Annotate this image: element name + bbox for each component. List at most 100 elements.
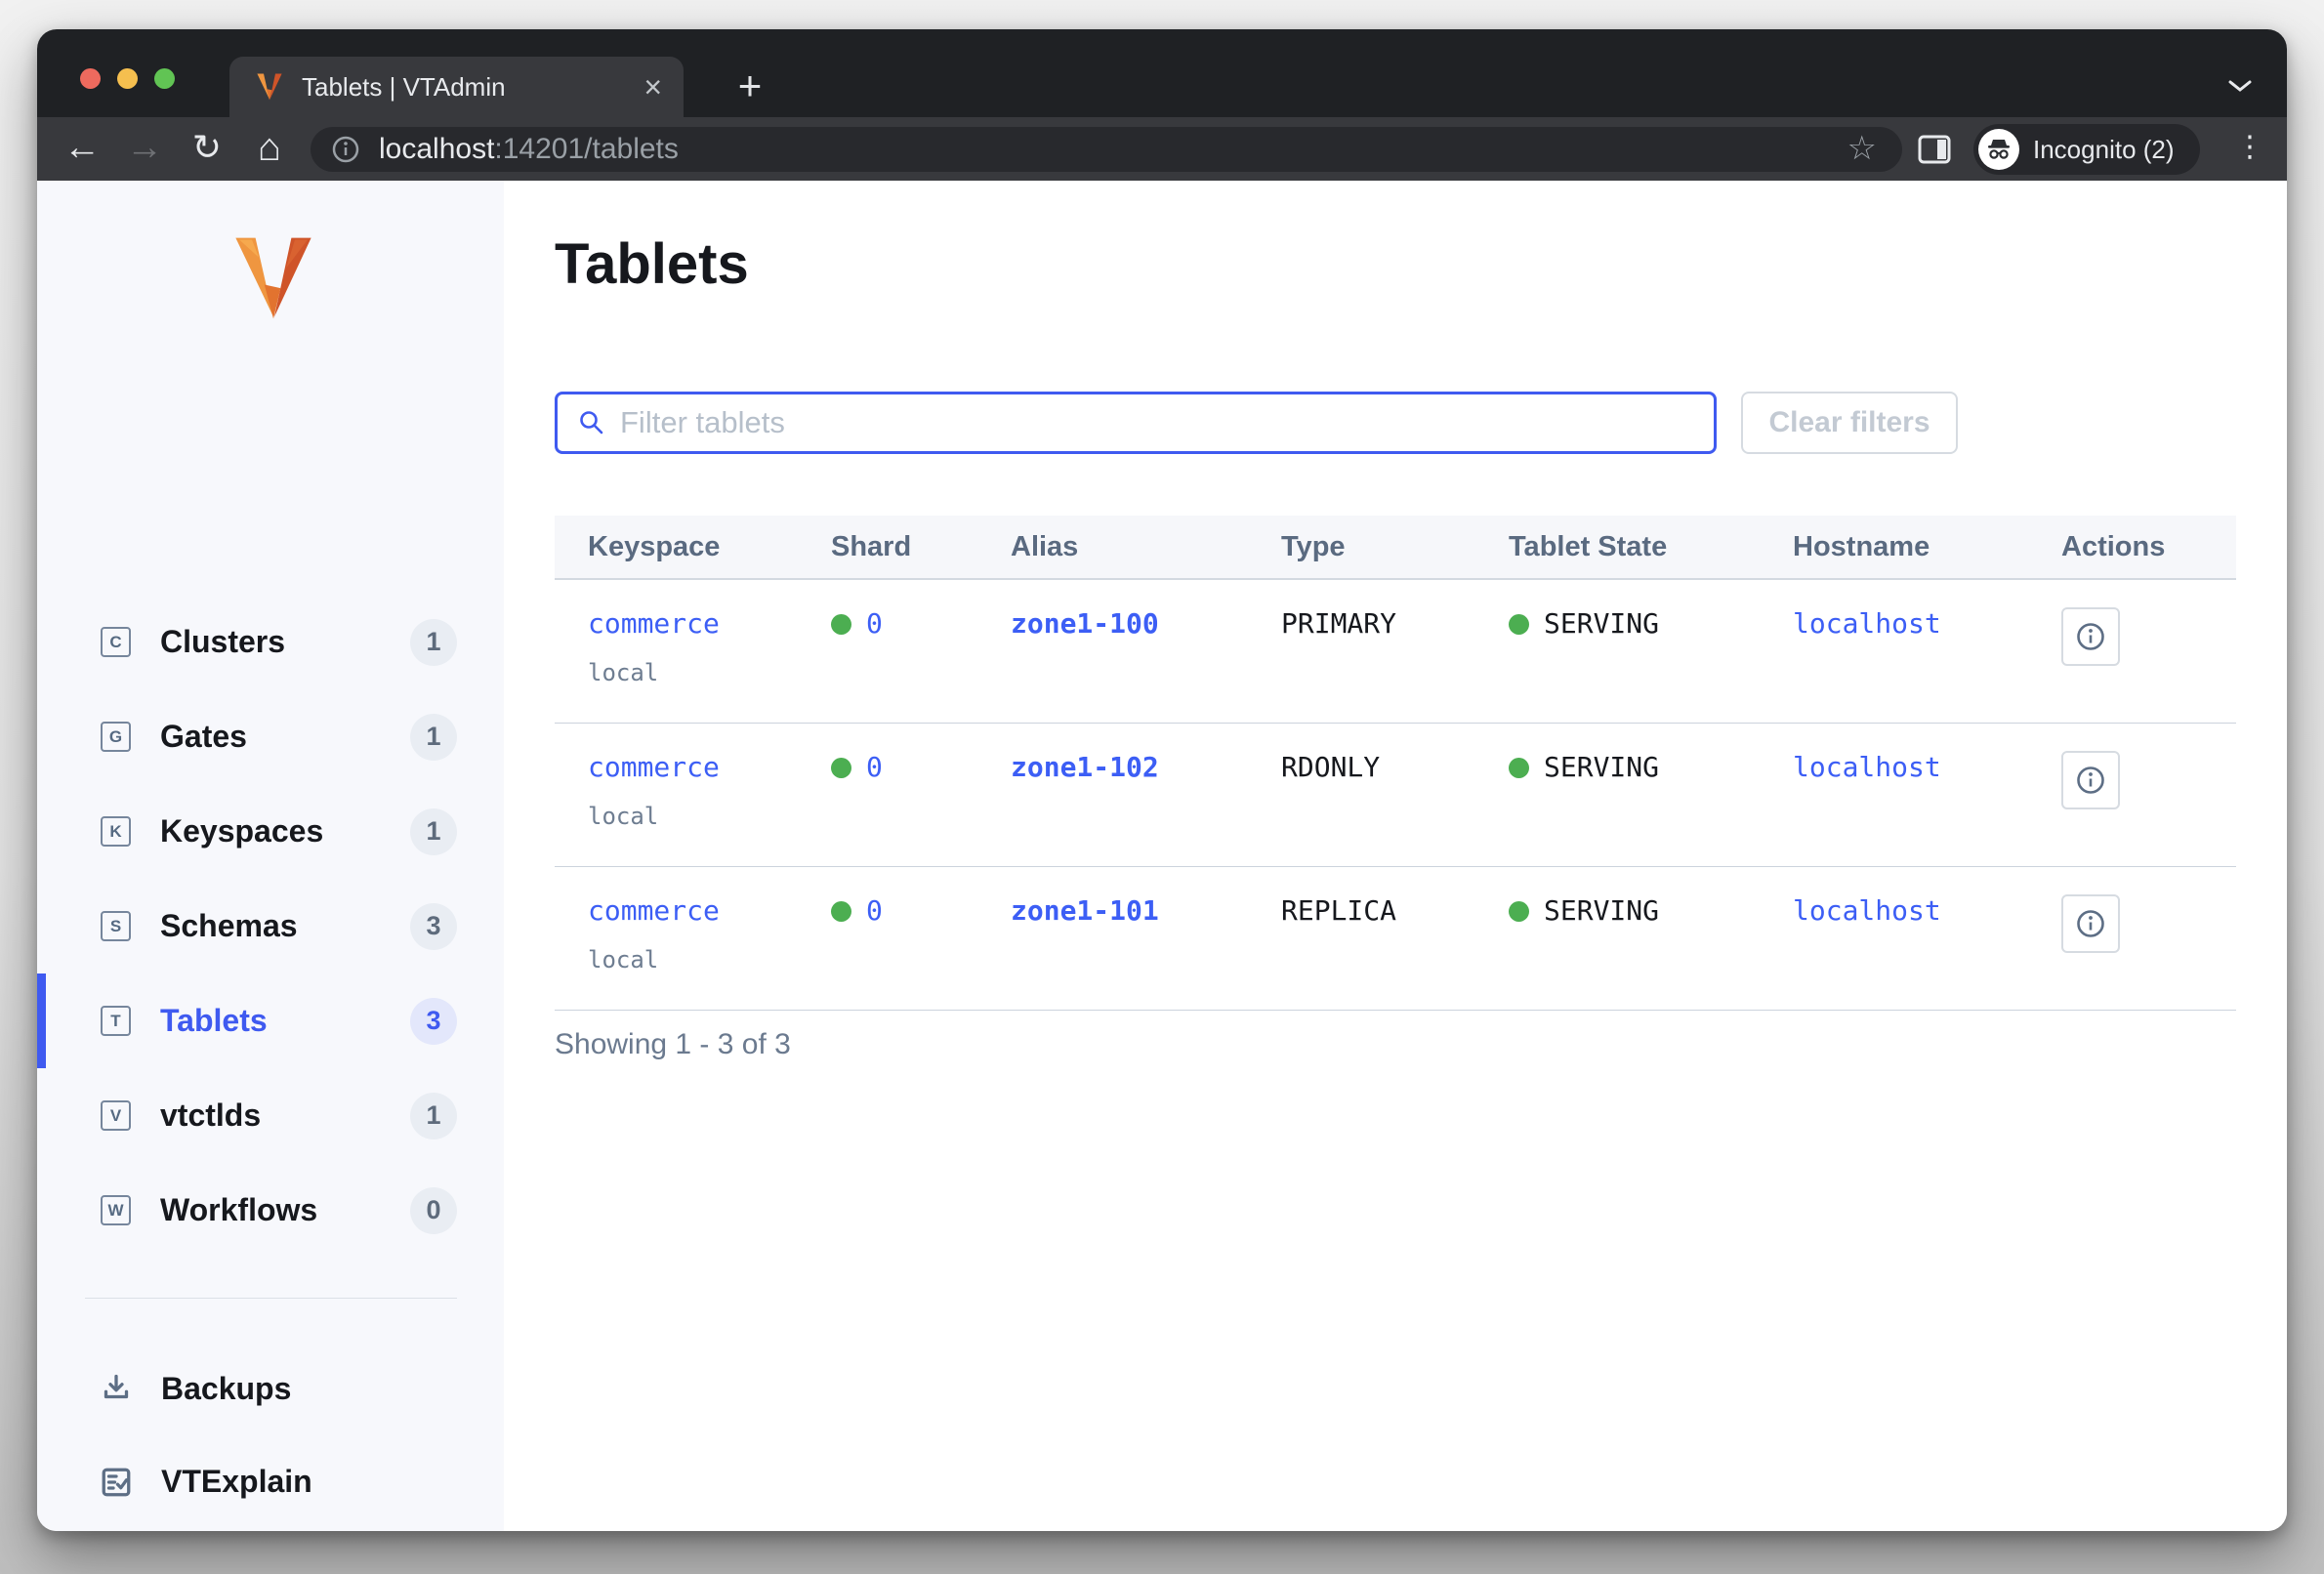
browser-menu-icon[interactable]: ⋮ bbox=[2228, 117, 2271, 181]
filter-box bbox=[555, 392, 1717, 454]
new-tab-button[interactable]: + bbox=[727, 64, 772, 109]
sidebar-item-label: Backups bbox=[161, 1371, 291, 1407]
actions-cell bbox=[2061, 867, 2236, 1010]
sidebar-item-label: VTExplain bbox=[161, 1464, 312, 1500]
hostname-link[interactable]: localhost bbox=[1793, 894, 1941, 927]
sidebar-item-backups[interactable]: Backups bbox=[37, 1343, 504, 1435]
reload-icon[interactable]: ↻ bbox=[182, 117, 232, 181]
vitess-favicon-icon bbox=[255, 72, 284, 102]
state-cell: SERVING bbox=[1509, 724, 1793, 866]
bookmark-star-icon[interactable]: ☆ bbox=[1847, 129, 1877, 168]
column-header-actions: Actions bbox=[2061, 531, 2236, 563]
shard-link[interactable]: 0 bbox=[866, 894, 883, 927]
filter-row: Clear filters bbox=[555, 392, 2236, 454]
alias-cell: zone1-102 bbox=[1011, 724, 1281, 866]
sidebar-item-topology[interactable]: Topology bbox=[37, 1528, 504, 1531]
type-cell: PRIMARY bbox=[1281, 580, 1509, 723]
state-label: SERVING bbox=[1544, 751, 1659, 783]
shard-cell: 0 bbox=[831, 867, 1011, 1010]
hostname-link[interactable]: localhost bbox=[1793, 751, 1941, 783]
count-badge: 3 bbox=[410, 998, 457, 1045]
serving-status-dot bbox=[1509, 901, 1529, 922]
sidebar-tools: Backups VTExplain bbox=[37, 1343, 504, 1531]
sidebar: C Clusters 1 G Gates 1 K Keyspaces 1 bbox=[37, 181, 504, 1531]
column-header-tablet-state: Tablet State bbox=[1509, 531, 1793, 563]
sidebar-item-schemas[interactable]: S Schemas 3 bbox=[37, 879, 504, 973]
sidebar-item-keyspaces[interactable]: K Keyspaces 1 bbox=[37, 784, 504, 879]
incognito-badge[interactable]: Incognito (2) bbox=[1973, 124, 2200, 175]
count-badge: 1 bbox=[410, 808, 457, 855]
hostname-cell: localhost bbox=[1793, 724, 2061, 866]
schemas-letter-icon: S bbox=[101, 911, 131, 941]
sidebar-nav: C Clusters 1 G Gates 1 K Keyspaces 1 bbox=[37, 595, 504, 1258]
sidebar-item-clusters[interactable]: C Clusters 1 bbox=[37, 595, 504, 689]
alias-link[interactable]: zone1-100 bbox=[1011, 607, 1159, 640]
keyspace-link[interactable]: commerce bbox=[588, 751, 720, 783]
sidebar-item-tablets[interactable]: T Tablets 3 bbox=[37, 973, 504, 1068]
tablet-info-button[interactable] bbox=[2061, 751, 2120, 809]
browser-window: Tablets | VTAdmin × + ← → ↻ ⌂ localhost:… bbox=[37, 29, 2287, 1531]
type-cell: REPLICA bbox=[1281, 867, 1509, 1010]
shard-cell: 0 bbox=[831, 580, 1011, 723]
close-window-button[interactable] bbox=[80, 68, 101, 89]
active-indicator bbox=[37, 973, 46, 1068]
hostname-link[interactable]: localhost bbox=[1793, 607, 1941, 640]
sidebar-item-label: Gates bbox=[160, 719, 247, 755]
keyspace-link[interactable]: commerce bbox=[588, 607, 720, 640]
tab-title: Tablets | VTAdmin bbox=[302, 72, 643, 103]
sidebar-item-label: Clusters bbox=[160, 624, 285, 660]
sidebar-item-label: Schemas bbox=[160, 908, 298, 944]
tab-strip: Tablets | VTAdmin × + bbox=[37, 29, 2287, 117]
workflows-letter-icon: W bbox=[101, 1195, 131, 1225]
home-icon[interactable]: ⌂ bbox=[244, 117, 295, 181]
browser-tab[interactable]: Tablets | VTAdmin × bbox=[229, 57, 684, 117]
tab-search-chevron-icon[interactable] bbox=[2226, 78, 2254, 94]
browser-toolbar: ← → ↻ ⌂ localhost:14201/tablets ☆ bbox=[37, 117, 2287, 181]
site-info-icon[interactable] bbox=[330, 134, 361, 165]
tab-close-icon[interactable]: × bbox=[643, 57, 662, 117]
cluster-label: local bbox=[588, 803, 831, 830]
actions-cell bbox=[2061, 580, 2236, 723]
back-icon[interactable]: ← bbox=[57, 117, 107, 181]
filter-tablets-input[interactable] bbox=[620, 405, 1714, 440]
count-badge: 0 bbox=[410, 1187, 457, 1234]
sidebar-item-label: Keyspaces bbox=[160, 813, 323, 849]
shard-link[interactable]: 0 bbox=[866, 607, 883, 640]
maximize-window-button[interactable] bbox=[154, 68, 175, 89]
minimize-window-button[interactable] bbox=[117, 68, 138, 89]
keyspace-cell: commerce local bbox=[588, 867, 831, 1010]
tablets-letter-icon: T bbox=[101, 1006, 131, 1036]
count-badge: 1 bbox=[410, 714, 457, 761]
page-title: Tablets bbox=[555, 231, 749, 297]
tablets-table: Keyspace Shard Alias Type Tablet State H… bbox=[555, 516, 2236, 1011]
alias-link[interactable]: zone1-102 bbox=[1011, 751, 1159, 783]
count-badge: 1 bbox=[410, 1093, 457, 1139]
shard-cell: 0 bbox=[831, 724, 1011, 866]
page-content: C Clusters 1 G Gates 1 K Keyspaces 1 bbox=[37, 181, 2287, 1531]
shard-link[interactable]: 0 bbox=[866, 751, 883, 783]
sidebar-item-vtctlds[interactable]: V vtctlds 1 bbox=[37, 1068, 504, 1163]
main-panel: Tablets Clear filters Keyspace Shard Ali… bbox=[504, 181, 2287, 1531]
url-host: localhost bbox=[379, 133, 494, 165]
sidebar-item-gates[interactable]: G Gates 1 bbox=[37, 689, 504, 784]
sidebar-item-label: Tablets bbox=[160, 1003, 268, 1039]
tablet-info-button[interactable] bbox=[2061, 607, 2120, 666]
alias-cell: zone1-100 bbox=[1011, 580, 1281, 723]
alias-cell: zone1-101 bbox=[1011, 867, 1281, 1010]
sidebar-item-workflows[interactable]: W Workflows 0 bbox=[37, 1163, 504, 1258]
serving-status-dot bbox=[1509, 758, 1529, 778]
sidebar-item-vtexplain[interactable]: VTExplain bbox=[37, 1435, 504, 1528]
forward-icon[interactable]: → bbox=[119, 117, 170, 181]
clear-filters-button[interactable]: Clear filters bbox=[1741, 392, 1958, 454]
tablet-info-button[interactable] bbox=[2061, 894, 2120, 953]
state-label: SERVING bbox=[1544, 607, 1659, 640]
side-panel-icon[interactable] bbox=[1917, 133, 1952, 166]
column-header-shard: Shard bbox=[831, 531, 1011, 563]
count-badge: 1 bbox=[410, 619, 457, 666]
column-header-alias: Alias bbox=[1011, 531, 1281, 563]
address-bar[interactable]: localhost:14201/tablets ☆ bbox=[311, 127, 1902, 172]
keyspace-link[interactable]: commerce bbox=[588, 894, 720, 927]
keyspace-cell: commerce local bbox=[588, 724, 831, 866]
incognito-label: Incognito (2) bbox=[2033, 135, 2175, 165]
alias-link[interactable]: zone1-101 bbox=[1011, 894, 1159, 927]
